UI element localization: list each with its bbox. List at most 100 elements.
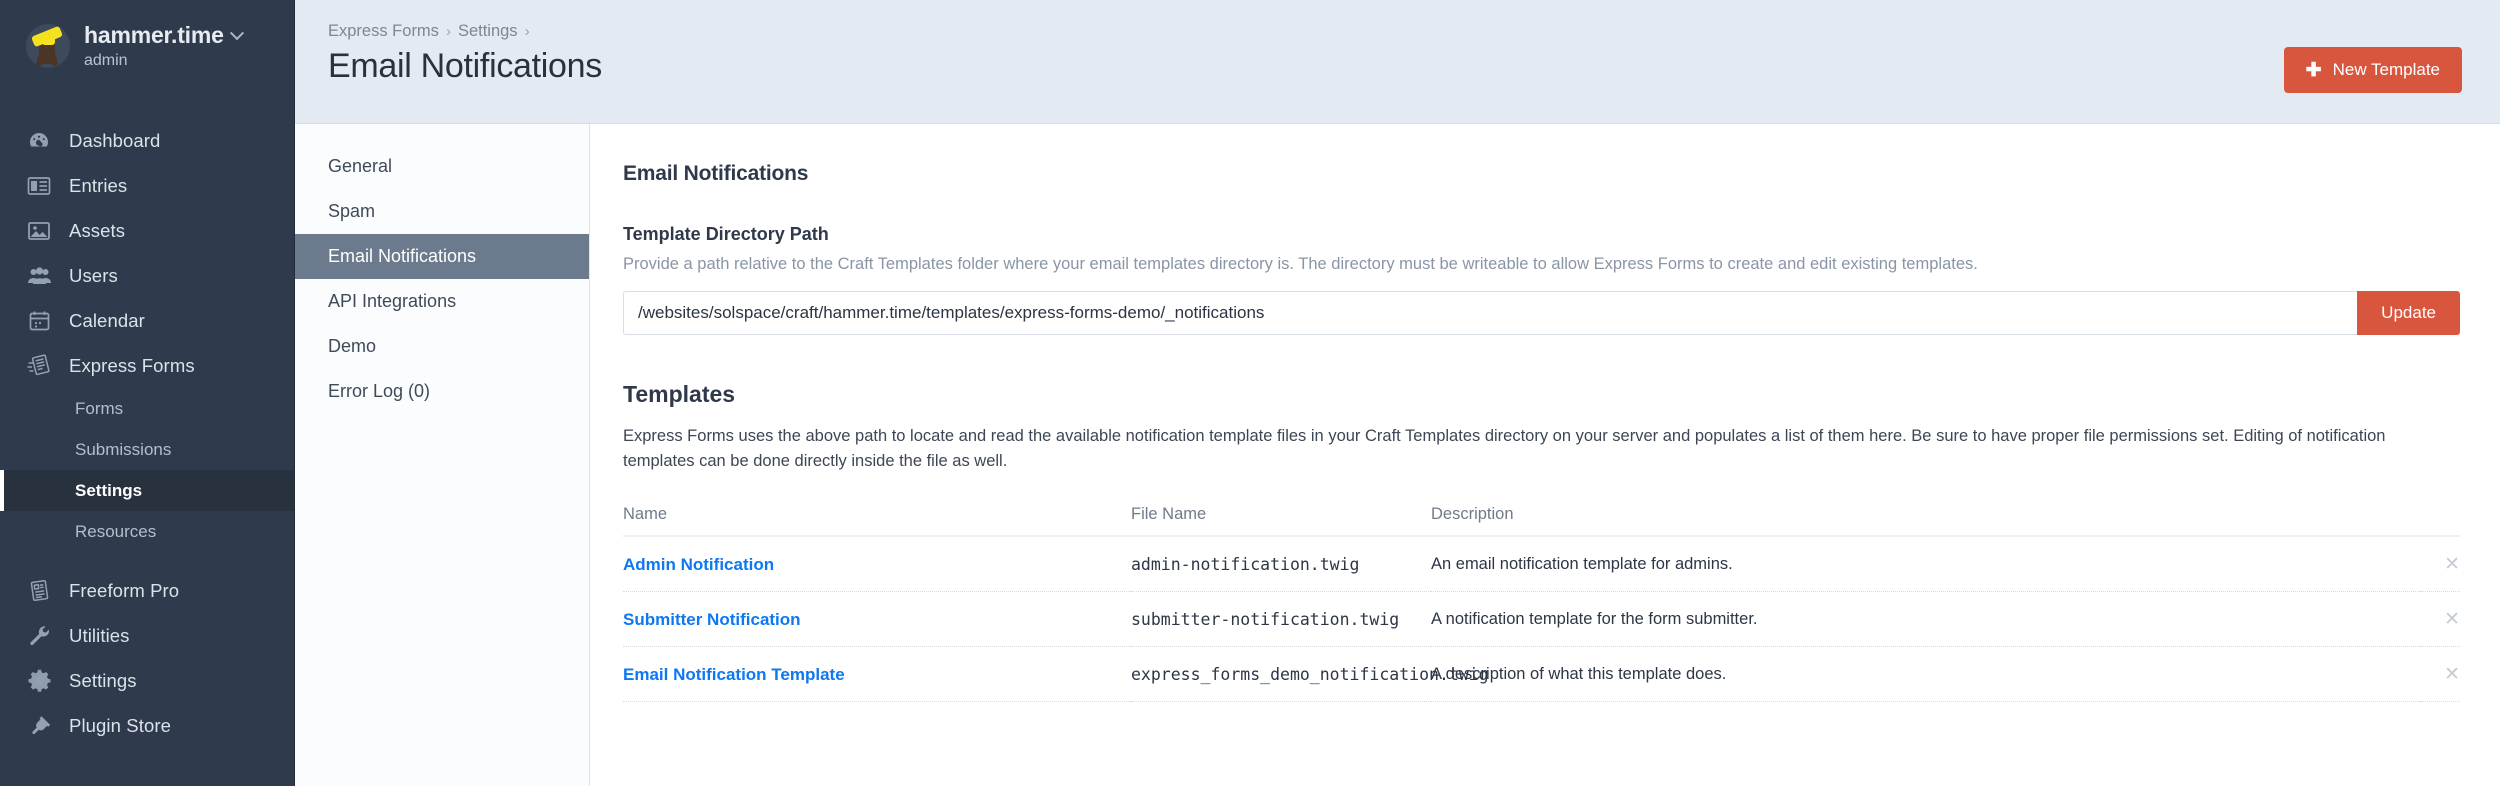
table-row: Submitter Notification submitter-notific… xyxy=(623,591,2460,648)
close-icon[interactable]: ✕ xyxy=(2420,608,2460,631)
sidebar-item-label: Express Forms xyxy=(69,354,195,376)
gear-icon xyxy=(26,668,52,694)
cell-description: A notification template for the form sub… xyxy=(1431,591,2420,648)
sidebar-item-entries[interactable]: Entries xyxy=(0,163,294,208)
template-path-label: Template Directory Path xyxy=(623,224,829,244)
account-name-text: hammer.time xyxy=(84,22,224,48)
cell-description: An email notification template for admin… xyxy=(1431,536,2420,593)
template-path-input[interactable] xyxy=(623,290,2358,335)
templates-heading: Templates xyxy=(623,380,736,407)
sidebar-subitem-label: Forms xyxy=(75,398,124,418)
sidebar-item-label: Plugin Store xyxy=(69,714,171,736)
close-icon[interactable]: ✕ xyxy=(2420,553,2460,576)
sidebar-subitem-forms[interactable]: Forms xyxy=(0,388,294,429)
sidebar-subitem-settings[interactable]: Settings xyxy=(0,470,294,511)
plug-icon xyxy=(26,713,52,739)
cell-name: Email Notification Template xyxy=(623,646,1131,703)
sidebar-item-utilities[interactable]: Utilities xyxy=(0,613,294,658)
content-panel: Email Notifications Template Directory P… xyxy=(590,124,2500,786)
cell-actions: ✕ xyxy=(2420,536,2460,593)
cell-actions: ✕ xyxy=(2420,646,2460,703)
template-path-help: Provide a path relative to the Craft Tem… xyxy=(623,255,1978,273)
sidebar-item-users[interactable]: Users xyxy=(0,253,294,298)
column-header-description: Description xyxy=(1431,505,2420,538)
settings-subnav: General Spam Email Notifications API Int… xyxy=(295,124,590,786)
breadcrumb-item-express-forms[interactable]: Express Forms xyxy=(328,22,439,41)
sidebar-item-calendar[interactable]: Calendar xyxy=(0,298,294,343)
subnav-item-email-notifications[interactable]: Email Notifications xyxy=(295,234,589,279)
template-link[interactable]: Submitter Notification xyxy=(623,610,801,629)
account-switcher[interactable]: hammer.time admin xyxy=(0,0,294,92)
sidebar-item-settings-global[interactable]: Settings xyxy=(0,658,294,703)
sidebar-subitem-label: Resources xyxy=(75,521,157,541)
sidebar-item-label: Freeform Pro xyxy=(69,579,180,601)
subnav-item-api-integrations[interactable]: API Integrations xyxy=(295,279,589,324)
table-header-row: Name File Name Description xyxy=(623,505,2460,538)
template-path-row: Update xyxy=(623,290,2460,335)
sidebar-subitem-submissions[interactable]: Submissions xyxy=(0,429,294,470)
sidebar-item-plugin-store[interactable]: Plugin Store xyxy=(0,703,294,748)
table-row: Email Notification Template express_form… xyxy=(623,646,2460,703)
update-button[interactable]: Update xyxy=(2357,290,2460,335)
sidebar-subitem-resources[interactable]: Resources xyxy=(0,511,294,552)
main-area: Express Forms › Settings › Email Notific… xyxy=(295,0,2500,786)
cell-file-name: submitter-notification.twig xyxy=(1131,591,1431,648)
template-link[interactable]: Email Notification Template xyxy=(623,665,845,684)
sidebar-item-label: Users xyxy=(69,264,118,286)
cell-name: Submitter Notification xyxy=(623,591,1131,648)
template-link[interactable]: Admin Notification xyxy=(623,555,774,574)
image-icon xyxy=(26,218,52,244)
templates-description: Express Forms uses the above path to loc… xyxy=(623,426,2386,471)
sidebar-item-dashboard[interactable]: Dashboard xyxy=(0,118,294,163)
topbar: Express Forms › Settings › Email Notific… xyxy=(295,0,2500,124)
express-forms-icon xyxy=(26,353,52,379)
gauge-icon xyxy=(26,128,52,154)
sidebar-item-label: Assets xyxy=(69,219,126,241)
app-root: hammer.time admin Dashboard Entries Asse… xyxy=(0,0,2500,786)
subnav-item-general[interactable]: General xyxy=(295,144,589,189)
cell-actions: ✕ xyxy=(2420,591,2460,648)
column-header-name: Name xyxy=(623,505,1131,538)
account-name: hammer.time xyxy=(84,22,244,49)
plus-icon: ✚ xyxy=(2305,59,2322,81)
sidebar-item-label: Settings xyxy=(69,669,137,691)
calendar-icon xyxy=(26,308,52,334)
sidebar-item-label: Calendar xyxy=(69,309,145,331)
sidebar-item-label: Utilities xyxy=(69,624,130,646)
sidebar-item-freeform-pro[interactable]: Freeform Pro xyxy=(0,568,294,613)
subnav-item-spam[interactable]: Spam xyxy=(295,189,589,234)
sidebar-subitem-label: Submissions xyxy=(75,439,172,459)
close-icon[interactable]: ✕ xyxy=(2420,663,2460,686)
sidebar-subitem-label: Settings xyxy=(75,480,143,500)
subnav-item-error-log[interactable]: Error Log (0) xyxy=(295,369,589,414)
wrench-icon xyxy=(26,623,52,649)
breadcrumb-separator-icon: › xyxy=(445,23,451,40)
sidebar-item-express-forms[interactable]: Express Forms xyxy=(0,343,294,388)
chevron-down-icon xyxy=(229,25,244,40)
breadcrumb-item-settings[interactable]: Settings xyxy=(458,22,518,41)
avatar xyxy=(26,24,70,68)
breadcrumb: Express Forms › Settings › xyxy=(328,22,602,41)
newspaper-icon xyxy=(26,173,52,199)
table-row: Admin Notification admin-notification.tw… xyxy=(623,536,2460,593)
cell-file-name: admin-notification.twig xyxy=(1131,536,1431,593)
cell-file-name: express_forms_demo_notification.twig xyxy=(1131,646,1489,703)
new-template-button[interactable]: ✚ New Template xyxy=(2283,47,2462,93)
new-template-label: New Template xyxy=(2332,60,2440,79)
subnav-item-demo[interactable]: Demo xyxy=(295,324,589,369)
cell-name: Admin Notification xyxy=(623,536,1131,593)
sidebar-nav: Dashboard Entries Assets Users Calendar … xyxy=(0,118,294,748)
sidebar-item-assets[interactable]: Assets xyxy=(0,208,294,253)
page-title: Email Notifications xyxy=(328,47,602,85)
body-row: General Spam Email Notifications API Int… xyxy=(295,124,2500,786)
column-header-file-name: File Name xyxy=(1131,505,1431,538)
nav-divider-gap xyxy=(0,552,294,568)
breadcrumb-separator-icon: › xyxy=(524,23,530,40)
document-list-icon xyxy=(26,578,52,604)
content-heading: Email Notifications xyxy=(623,162,809,185)
users-icon xyxy=(26,263,52,289)
sidebar-item-label: Dashboard xyxy=(69,129,161,151)
account-role: admin xyxy=(84,52,128,69)
templates-table: Name File Name Description Admin Notific… xyxy=(623,505,2460,703)
cell-description: A description of what this template does… xyxy=(1431,646,2420,703)
